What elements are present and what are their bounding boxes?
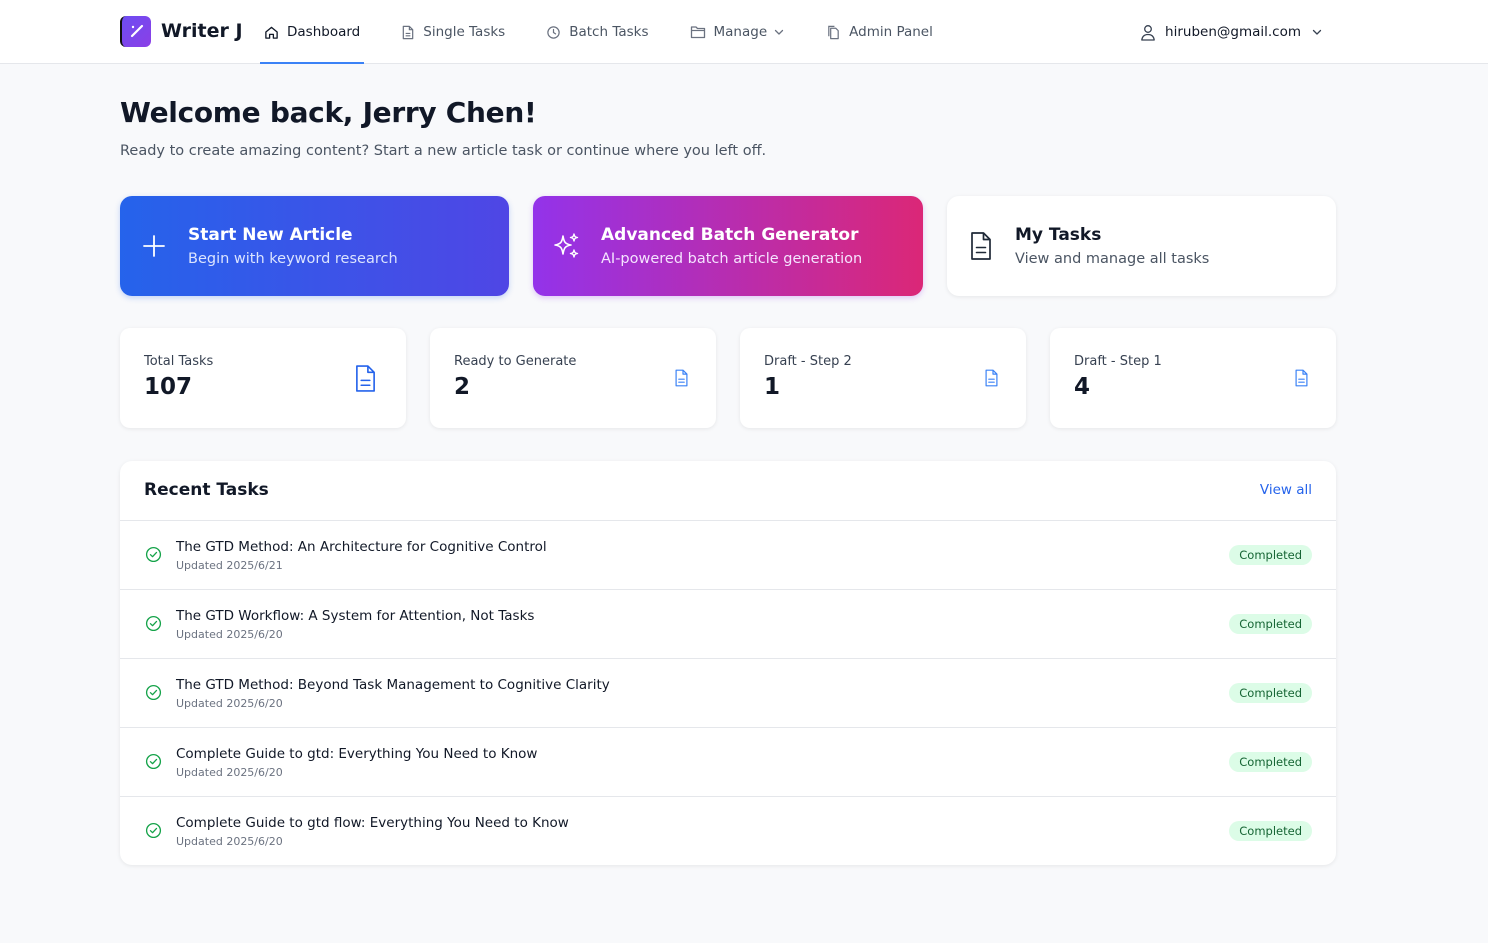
chevron-down-icon — [1312, 29, 1322, 35]
recent-tasks-title: Recent Tasks — [144, 480, 269, 500]
nav-dashboard[interactable]: Dashboard — [260, 0, 365, 64]
status-badge: Completed — [1229, 614, 1312, 634]
task-row[interactable]: The GTD Method: An Architecture for Cogn… — [120, 521, 1336, 590]
check-circle-icon — [145, 615, 162, 632]
document-icon — [675, 369, 688, 387]
task-updated: Updated 2025/6/21 — [176, 559, 283, 572]
task-title: The GTD Workflow: A System for Attention… — [176, 608, 535, 624]
nav-single-tasks[interactable]: Single Tasks — [397, 0, 509, 64]
task-row[interactable]: Complete Guide to gtd flow: Everything Y… — [120, 797, 1336, 865]
stat-draft-step-2: Draft - Step 2 1 — [740, 328, 1026, 428]
task-title: The GTD Method: An Architecture for Cogn… — [176, 539, 547, 555]
stat-value: 1 — [764, 374, 781, 400]
task-updated: Updated 2025/6/20 — [176, 628, 283, 641]
page-title: Welcome back, Jerry Chen! — [120, 96, 537, 129]
clock-icon — [547, 25, 560, 39]
stat-value: 4 — [1074, 374, 1091, 400]
stat-label: Ready to Generate — [454, 354, 577, 369]
check-circle-icon — [145, 822, 162, 839]
user-menu[interactable]: hiruben@gmail.com — [1140, 0, 1323, 64]
status-badge: Completed — [1229, 545, 1312, 565]
user-email: hiruben@gmail.com — [1165, 24, 1301, 40]
main-nav: Dashboard Single Tasks Batch Tasks Manag… — [260, 0, 970, 64]
task-updated: Updated 2025/6/20 — [176, 766, 283, 779]
user-icon — [1141, 24, 1155, 41]
top-navigation-bar: Writer J Dashboard Single Tasks Batch Ta… — [0, 0, 1488, 64]
plus-icon — [120, 234, 188, 258]
task-title: Complete Guide to gtd: Everything You Ne… — [176, 746, 538, 762]
recent-tasks-panel: Recent Tasks View all The GTD Method: An… — [120, 461, 1336, 865]
nav-manage-label: Manage — [713, 24, 768, 40]
task-title: Complete Guide to gtd flow: Everything Y… — [176, 815, 569, 831]
start-new-article-card[interactable]: Start New Article Begin with keyword res… — [120, 196, 509, 296]
document-icon — [1295, 369, 1308, 387]
stat-draft-step-1: Draft - Step 1 4 — [1050, 328, 1336, 428]
stat-value: 107 — [144, 374, 193, 400]
view-all-link[interactable]: View all — [1260, 482, 1312, 498]
nav-batch-tasks-label: Batch Tasks — [569, 24, 649, 40]
nav-admin-panel-label: Admin Panel — [849, 24, 933, 40]
status-badge: Completed — [1229, 821, 1312, 841]
task-updated: Updated 2025/6/20 — [176, 697, 283, 710]
nav-dashboard-label: Dashboard — [287, 24, 361, 40]
check-circle-icon — [145, 546, 162, 563]
document-icon — [356, 365, 375, 392]
folder-icon — [690, 26, 705, 39]
action-title: Advanced Batch Generator — [601, 225, 859, 245]
task-row[interactable]: The GTD Method: Beyond Task Management t… — [120, 659, 1336, 728]
app-name: Writer J — [161, 20, 243, 42]
brand[interactable]: Writer J — [120, 15, 243, 47]
action-subtitle: Begin with keyword research — [188, 251, 398, 267]
stat-label: Total Tasks — [144, 354, 214, 369]
recent-tasks-header: Recent Tasks View all — [120, 461, 1336, 521]
task-title: The GTD Method: Beyond Task Management t… — [176, 677, 610, 693]
document-icon — [947, 231, 1015, 261]
check-circle-icon — [145, 753, 162, 770]
action-subtitle: AI-powered batch article generation — [601, 251, 863, 267]
action-title: Start New Article — [188, 225, 353, 245]
stat-label: Draft - Step 1 — [1074, 354, 1162, 369]
action-subtitle: View and manage all tasks — [1015, 251, 1210, 267]
chevron-down-icon — [774, 29, 784, 35]
copy-icon — [828, 25, 839, 39]
nav-manage[interactable]: Manage — [686, 0, 790, 64]
task-row[interactable]: Complete Guide to gtd: Everything You Ne… — [120, 728, 1336, 797]
page-subtitle: Ready to create amazing content? Start a… — [120, 143, 767, 159]
task-row[interactable]: The GTD Workflow: A System for Attention… — [120, 590, 1336, 659]
stat-value: 2 — [454, 374, 471, 400]
task-updated: Updated 2025/6/20 — [176, 835, 283, 848]
stat-ready-to-generate: Ready to Generate 2 — [430, 328, 716, 428]
nav-single-tasks-label: Single Tasks — [423, 24, 506, 40]
document-icon — [402, 25, 414, 39]
home-icon — [265, 26, 278, 39]
action-title: My Tasks — [1015, 225, 1102, 245]
sparkles-icon — [533, 231, 601, 261]
document-icon — [985, 369, 998, 387]
status-badge: Completed — [1229, 683, 1312, 703]
nav-admin-panel[interactable]: Admin Panel — [822, 0, 937, 64]
advanced-batch-generator-card[interactable]: Advanced Batch Generator AI-powered batc… — [533, 196, 923, 296]
stat-total-tasks: Total Tasks 107 — [120, 328, 406, 428]
stat-label: Draft - Step 2 — [764, 354, 852, 369]
check-circle-icon — [145, 684, 162, 701]
pen-icon — [120, 15, 151, 47]
my-tasks-card[interactable]: My Tasks View and manage all tasks — [947, 196, 1336, 296]
status-badge: Completed — [1229, 752, 1312, 772]
nav-batch-tasks[interactable]: Batch Tasks — [542, 0, 652, 64]
